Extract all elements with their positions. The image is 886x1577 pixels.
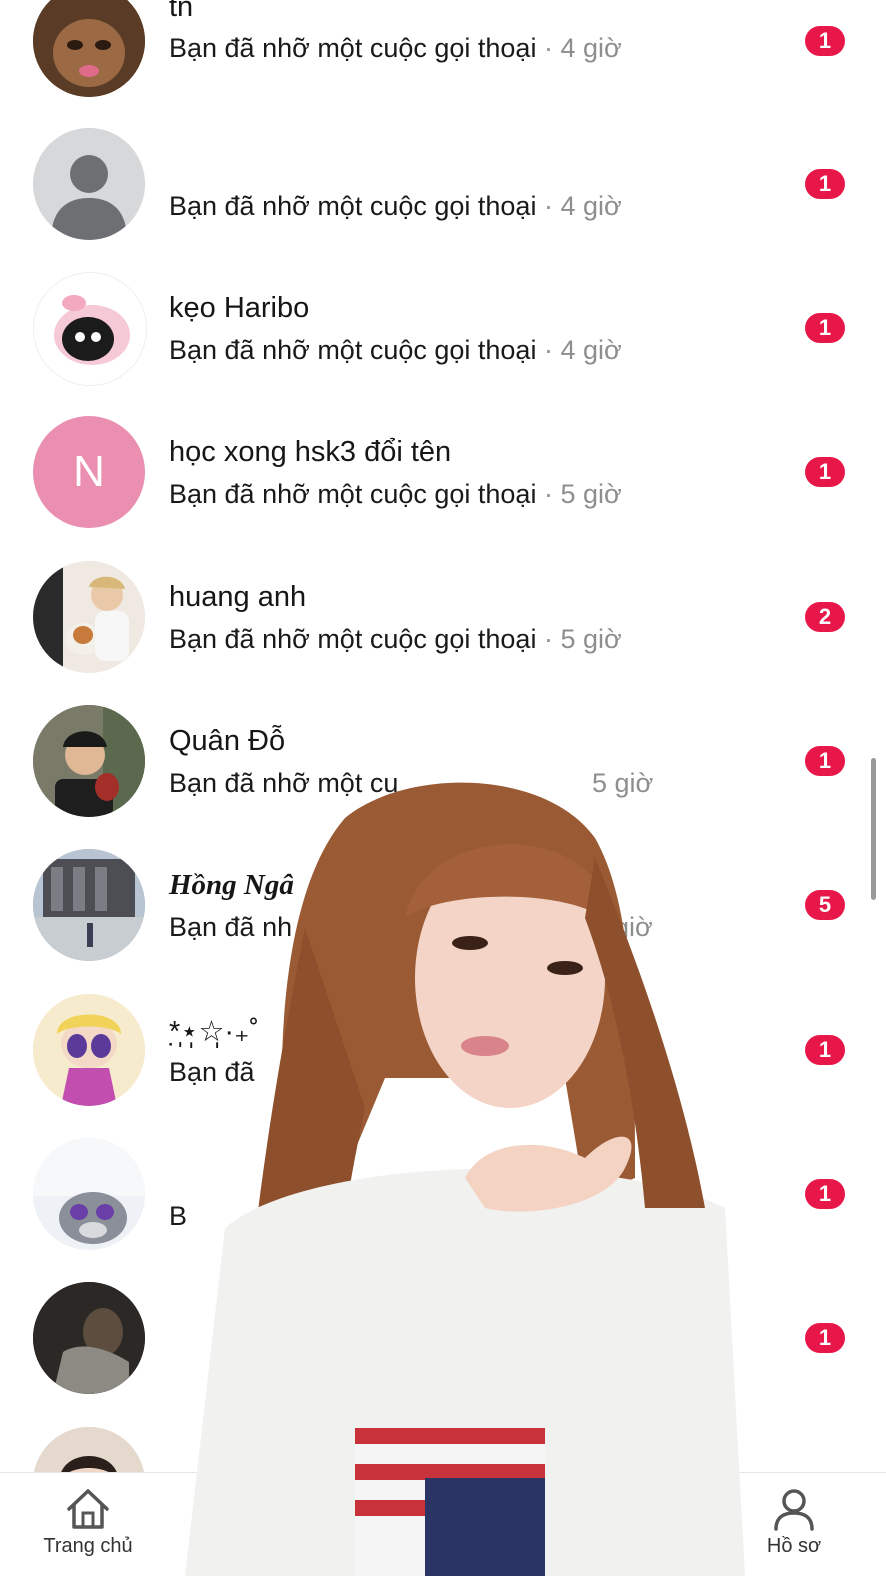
cartoon-rabbit-avatar (33, 1138, 145, 1250)
nav-home[interactable]: Trang chủ (28, 1473, 148, 1577)
unread-badge: 1 (805, 313, 845, 343)
nav-home-label: Trang chủ (43, 1535, 133, 1557)
message-preview: Bạn đã nhỡ một cuộc gọi thoại · 4 giờ (169, 191, 622, 221)
unread-badge: 1 (805, 746, 845, 776)
default-person-avatar (33, 128, 145, 240)
cartoon-black-cat-avatar (33, 272, 147, 386)
message-preview: Bạn đã nhỡ một cuộc gọi thoại · 4 giờ (169, 33, 622, 63)
contact-name: tn (169, 0, 194, 23)
unread-badge: 1 (805, 1179, 845, 1209)
unread-badge: 1 (805, 1323, 845, 1353)
scrollbar[interactable] (871, 758, 876, 900)
person-with-dog-avatar (33, 561, 145, 673)
contact-name: huang anh (169, 581, 307, 613)
dark-photo-avatar (33, 1282, 145, 1394)
message-preview: Bạn đã nhỡ một cuộc gọi thoại · 5 giờ (169, 624, 622, 654)
conversation-row[interactable]: Bạn đã nhỡ một cuộc gọi thoại · 4 giờ 1 (0, 128, 886, 273)
contact-name: học xong hsk3 đổi tên (169, 436, 452, 468)
unread-badge: 5 (805, 890, 845, 920)
conversation-row[interactable]: tn Bạn đã nhỡ một cuộc gọi thoại · 4 giờ… (0, 0, 886, 130)
unread-badge: 1 (805, 169, 845, 199)
conversation-row[interactable]: huang anh Bạn đã nhỡ một cuộc gọi thoại … (0, 561, 886, 706)
powerpuff-girl-avatar (33, 994, 145, 1106)
unread-badge: 1 (805, 1035, 845, 1065)
contact-name: kẹo Haribo (169, 292, 310, 324)
contact-name: Quân Đỗ (169, 725, 286, 757)
letter-avatar: N (33, 416, 145, 528)
message-preview: Bạn đã nhỡ một cuộc gọi thoại · 4 giờ (169, 335, 622, 365)
unread-badge: 2 (805, 602, 845, 632)
avatar-letter: N (73, 447, 105, 496)
conversation-row[interactable]: N học xong hsk3 đổi tên Bạn đã nhỡ một c… (0, 416, 886, 561)
message-preview: Bạn đã nhỡ một cuộc gọi thoại · 5 giờ (169, 479, 622, 509)
home-icon (67, 1489, 109, 1529)
city-building-avatar (33, 849, 145, 961)
conversation-row[interactable]: kẹo Haribo Bạn đã nhỡ một cuộc gọi thoại… (0, 272, 886, 417)
person-sticker-overlay (185, 782, 745, 1576)
profile-icon (774, 1489, 814, 1531)
unread-badge: 1 (805, 457, 845, 487)
cat-face-avatar (33, 0, 145, 97)
man-photo-avatar (33, 705, 145, 817)
unread-badge: 1 (805, 26, 845, 56)
